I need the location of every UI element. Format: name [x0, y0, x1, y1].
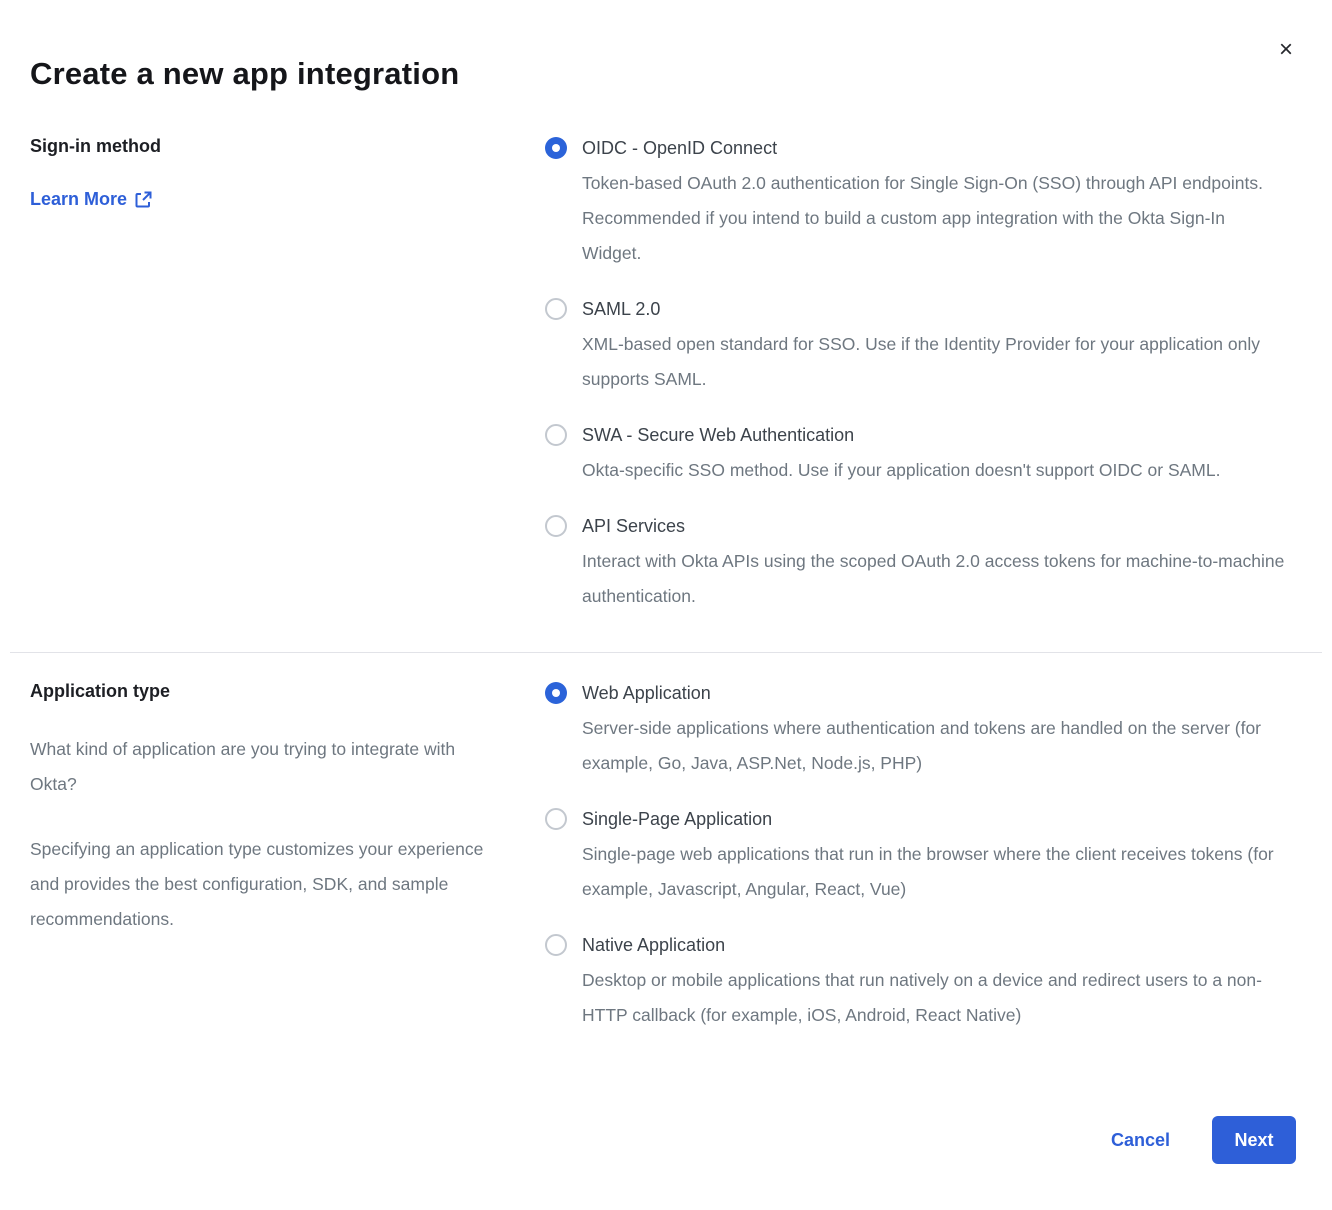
signin-method-label: Sign-in method: [30, 136, 505, 157]
dialog-footer: Cancel Next: [1111, 1116, 1296, 1164]
option-description: Token-based OAuth 2.0 authentication for…: [582, 166, 1285, 271]
option-label: Single-Page Application: [582, 807, 1285, 831]
external-link-icon: [135, 191, 152, 208]
signin-method-section: Sign-in method Learn More OIDC - OpenID …: [0, 136, 1332, 614]
radio-button-oidc[interactable]: [545, 137, 567, 159]
learn-more-label: Learn More: [30, 189, 127, 210]
option-description: Server-side applications where authentic…: [582, 711, 1285, 781]
page-title: Create a new app integration: [0, 0, 1332, 92]
application-type-help-text: Specifying an application type customize…: [30, 832, 500, 937]
radio-option-web-application[interactable]: Web Application Server-side applications…: [545, 681, 1285, 781]
option-label: SWA - Secure Web Authentication: [582, 423, 1285, 447]
radio-option-oidc[interactable]: OIDC - OpenID Connect Token-based OAuth …: [545, 136, 1285, 271]
application-type-options: Web Application Server-side applications…: [545, 681, 1285, 1033]
application-type-section: Application type What kind of applicatio…: [0, 681, 1332, 1033]
radio-button-single-page-application[interactable]: [545, 808, 567, 830]
option-description: XML-based open standard for SSO. Use if …: [582, 327, 1285, 397]
radio-option-api-services[interactable]: API Services Interact with Okta APIs usi…: [545, 514, 1285, 614]
application-type-question: What kind of application are you trying …: [30, 732, 500, 802]
option-description: Okta-specific SSO method. Use if your ap…: [582, 453, 1285, 488]
application-type-label: Application type: [30, 681, 505, 702]
option-label: SAML 2.0: [582, 297, 1285, 321]
option-description: Desktop or mobile applications that run …: [582, 963, 1285, 1033]
signin-method-options: OIDC - OpenID Connect Token-based OAuth …: [545, 136, 1285, 614]
radio-button-native-application[interactable]: [545, 934, 567, 956]
option-description: Interact with Okta APIs using the scoped…: [582, 544, 1285, 614]
radio-option-saml[interactable]: SAML 2.0 XML-based open standard for SSO…: [545, 297, 1285, 397]
radio-option-single-page-application[interactable]: Single-Page Application Single-page web …: [545, 807, 1285, 907]
radio-button-swa[interactable]: [545, 424, 567, 446]
option-label: Native Application: [582, 933, 1285, 957]
close-icon[interactable]: ×: [1272, 36, 1300, 64]
learn-more-link[interactable]: Learn More: [30, 189, 152, 210]
radio-button-web-application[interactable]: [545, 682, 567, 704]
radio-option-swa[interactable]: SWA - Secure Web Authentication Okta-spe…: [545, 423, 1285, 488]
section-divider: [10, 652, 1322, 653]
radio-button-api-services[interactable]: [545, 515, 567, 537]
signin-method-left-column: Sign-in method Learn More: [30, 136, 545, 614]
next-button[interactable]: Next: [1212, 1116, 1296, 1164]
create-app-integration-dialog: × Create a new app integration Sign-in m…: [0, 0, 1332, 1210]
radio-button-saml[interactable]: [545, 298, 567, 320]
cancel-button[interactable]: Cancel: [1111, 1130, 1170, 1151]
radio-option-native-application[interactable]: Native Application Desktop or mobile app…: [545, 933, 1285, 1033]
option-description: Single-page web applications that run in…: [582, 837, 1285, 907]
option-label: OIDC - OpenID Connect: [582, 136, 1285, 160]
option-label: Web Application: [582, 681, 1285, 705]
option-label: API Services: [582, 514, 1285, 538]
application-type-left-column: Application type What kind of applicatio…: [30, 681, 545, 1033]
